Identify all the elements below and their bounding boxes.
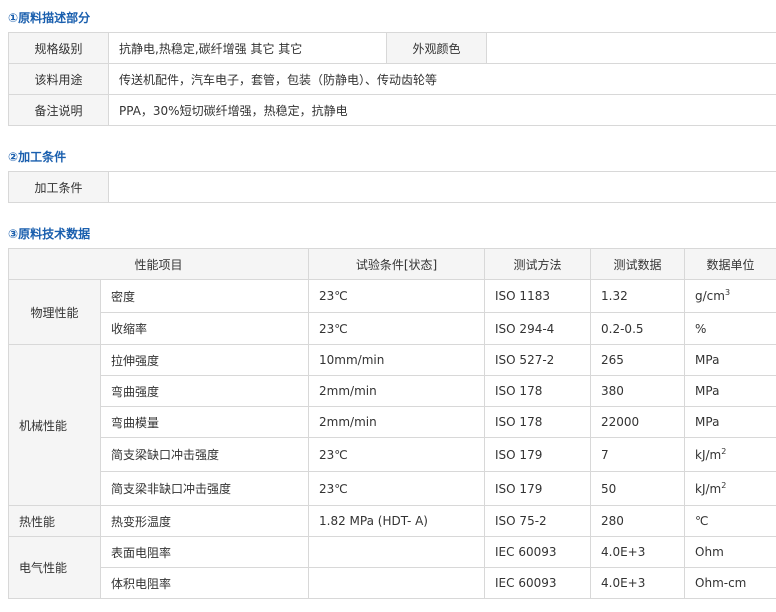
property-condition: 2mm/min xyxy=(308,406,486,438)
table-header-row: 性能项目 试验条件[状态] 测试方法 测试数据 数据单位 xyxy=(7,248,776,280)
property-unit: % xyxy=(684,312,776,345)
property-method: IEC 60093 xyxy=(484,567,592,599)
remarks-label: 备注说明 xyxy=(8,94,109,126)
property-condition: 2mm/min xyxy=(308,375,486,407)
technical-data-table: 性能项目 试验条件[状态] 测试方法 测试数据 数据单位 物理性能 密度 23℃… xyxy=(7,248,776,599)
property-unit: kJ/m2 xyxy=(684,437,776,472)
property-item: 收缩率 xyxy=(99,312,310,345)
property-method: ISO 179 xyxy=(484,471,592,506)
unit-superscript: 2 xyxy=(721,446,727,456)
property-value: 1.32 xyxy=(590,279,686,313)
property-item: 弯曲强度 xyxy=(99,375,310,407)
appearance-color-label: 外观颜色 xyxy=(386,32,487,64)
property-item: 密度 xyxy=(99,279,310,313)
property-value: 4.0E+3 xyxy=(590,536,686,568)
property-condition: 23℃ xyxy=(308,279,486,313)
table-row: 体积电阻率 IEC 60093 4.0E+3 Ohm-cm xyxy=(9,567,776,599)
property-item: 表面电阻率 xyxy=(99,536,310,568)
property-item: 拉伸强度 xyxy=(99,344,310,376)
appearance-color-value xyxy=(486,32,776,64)
property-method: ISO 294-4 xyxy=(484,312,592,345)
property-item: 热变形温度 xyxy=(99,505,310,537)
processing-conditions-table: 加工条件 xyxy=(8,171,776,203)
property-unit: Ohm-cm xyxy=(684,567,776,599)
property-item: 简支梁缺口冲击强度 xyxy=(99,437,310,472)
table-row: 弯曲强度 2mm/min ISO 178 380 MPa xyxy=(9,375,776,407)
property-method: ISO 178 xyxy=(484,375,592,407)
property-method: ISO 527-2 xyxy=(484,344,592,376)
property-item: 弯曲模量 xyxy=(99,406,310,438)
property-item: 体积电阻率 xyxy=(99,567,310,599)
section-title-technical-data: ③原料技术数据 xyxy=(8,227,91,241)
property-value: 265 xyxy=(590,344,686,376)
property-method: ISO 179 xyxy=(484,437,592,472)
property-condition: 10mm/min xyxy=(308,344,486,376)
property-item: 简支梁非缺口冲击强度 xyxy=(99,471,310,506)
section-title-processing-conditions: ②加工条件 xyxy=(8,150,67,164)
property-value: 0.2-0.5 xyxy=(590,312,686,345)
header-method: 测试方法 xyxy=(484,248,592,280)
category-physical: 物理性能 xyxy=(8,279,101,345)
table-row: 电气性能 表面电阻率 IEC 60093 4.0E+3 Ohm xyxy=(8,536,776,599)
remarks-value: PPA，30%短切碳纤增强，热稳定，抗静电 xyxy=(108,94,776,126)
unit-text: g/cm xyxy=(695,289,725,303)
property-method: ISO 1183 xyxy=(484,279,592,313)
property-unit: Ohm xyxy=(684,536,776,568)
unit-text: kJ/m xyxy=(695,447,722,462)
category-thermal: 热性能 xyxy=(8,505,101,537)
property-method: ISO 75-2 xyxy=(484,505,592,537)
property-unit: g/cm3 xyxy=(684,279,776,313)
table-row: 备注说明 PPA，30%短切碳纤增强，热稳定，抗静电 xyxy=(8,94,776,126)
property-method: IEC 60093 xyxy=(484,536,592,568)
property-unit: kJ/m2 xyxy=(684,471,776,506)
unit-text: kJ/m xyxy=(695,481,722,496)
category-electrical: 电气性能 xyxy=(8,536,101,599)
property-unit: ℃ xyxy=(684,505,776,537)
spec-grade-label: 规格级别 xyxy=(8,32,109,64)
table-row: 弯曲模量 2mm/min ISO 178 22000 MPa xyxy=(9,406,776,438)
table-row: 规格级别 抗静电,热稳定,碳纤增强 其它 其它 外观颜色 xyxy=(8,32,776,64)
property-value: 7 xyxy=(590,437,686,472)
property-condition: 1.82 MPa (HDT- A) xyxy=(308,505,486,537)
property-method: ISO 178 xyxy=(484,406,592,438)
table-row: 收缩率 23℃ ISO 294-4 0.2-0.5 % xyxy=(9,312,776,345)
property-value: 380 xyxy=(590,375,686,407)
property-condition xyxy=(308,536,486,568)
material-description-table: 规格级别 抗静电,热稳定,碳纤增强 其它 其它 外观颜色 该料用途 传送机配件，… xyxy=(8,32,776,126)
property-unit: MPa xyxy=(684,375,776,407)
table-row: 加工条件 xyxy=(8,171,776,203)
table-row: 该料用途 传送机配件，汽车电子，套管，包装（防静电）、传动齿轮等 xyxy=(8,63,776,95)
processing-conditions-label: 加工条件 xyxy=(8,171,109,203)
property-condition: 23℃ xyxy=(308,437,486,472)
table-row: 简支梁缺口冲击强度 23℃ ISO 179 7 kJ/m2 xyxy=(9,437,776,472)
section-title-material-description: ①原料描述部分 xyxy=(8,11,91,25)
processing-conditions-value xyxy=(108,171,776,203)
property-value: 50 xyxy=(590,471,686,506)
usage-label: 该料用途 xyxy=(8,63,109,95)
unit-superscript: 3 xyxy=(724,288,731,297)
header-property: 性能项目 xyxy=(7,248,310,280)
table-row: 机械性能 拉伸强度 10mm/min ISO 527-2 265 MPa xyxy=(8,344,776,506)
spec-grade-value: 抗静电,热稳定,碳纤增强 其它 其它 xyxy=(108,32,387,64)
property-unit: MPa xyxy=(684,406,776,438)
property-condition xyxy=(308,567,486,599)
header-unit: 数据单位 xyxy=(684,248,776,280)
table-row: 热性能 热变形温度 1.82 MPa (HDT- A) ISO 75-2 280… xyxy=(8,505,776,537)
header-condition: 试验条件[状态] xyxy=(308,248,486,280)
usage-value: 传送机配件，汽车电子，套管，包装（防静电）、传动齿轮等 xyxy=(108,63,776,95)
table-row: 物理性能 密度 23℃ ISO 1183 1.32 g/cm3 xyxy=(8,279,776,345)
property-unit: MPa xyxy=(684,344,776,376)
property-condition: 23℃ xyxy=(308,471,486,506)
header-value: 测试数据 xyxy=(590,248,686,280)
property-condition: 23℃ xyxy=(308,312,486,345)
unit-superscript: 2 xyxy=(721,480,727,490)
property-value: 4.0E+3 xyxy=(590,567,686,599)
table-row: 简支梁非缺口冲击强度 23℃ ISO 179 50 kJ/m2 xyxy=(9,471,776,506)
category-mechanical: 机械性能 xyxy=(8,344,101,506)
property-value: 280 xyxy=(590,505,686,537)
property-value: 22000 xyxy=(590,406,686,438)
